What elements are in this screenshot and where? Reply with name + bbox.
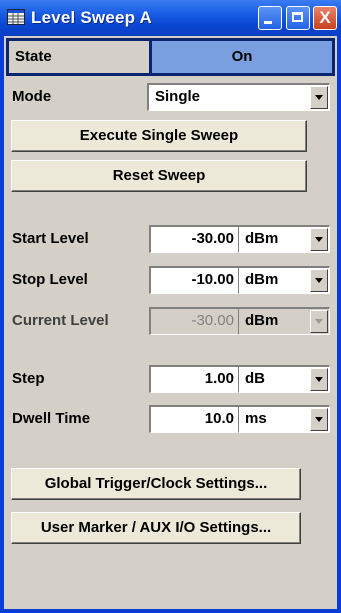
mode-select[interactable]: Single xyxy=(147,83,330,111)
global-trigger-clock-settings-button[interactable]: Global Trigger/Clock Settings... xyxy=(11,468,301,500)
chevron-down-icon[interactable] xyxy=(310,228,328,251)
dwell-time-unit-select[interactable]: ms xyxy=(238,405,330,433)
step-field[interactable]: 1.00 xyxy=(149,365,239,393)
close-icon: X xyxy=(319,8,331,27)
stop-level-label: Stop Level xyxy=(12,271,88,288)
step-unit-select[interactable]: dB xyxy=(238,365,330,393)
title-bar[interactable]: Level Sweep A X xyxy=(0,0,341,36)
step-label: Step xyxy=(12,370,45,387)
dwell-time-label: Dwell Time xyxy=(12,410,91,427)
chevron-down-icon xyxy=(310,310,328,333)
minimize-button[interactable] xyxy=(258,6,282,30)
current-level-field: -30.00 xyxy=(149,307,239,335)
start-level-label: Start Level xyxy=(12,230,89,247)
close-button[interactable]: X xyxy=(313,6,337,30)
stop-level-unit-select[interactable]: dBm xyxy=(238,266,330,294)
dialog-body: State On Mode Single Execute Single Swee… xyxy=(4,36,337,609)
start-level-unit-select[interactable]: dBm xyxy=(238,225,330,253)
stop-level-field[interactable]: -10.00 xyxy=(149,266,239,294)
mode-value: Single xyxy=(155,88,201,105)
chevron-down-icon[interactable] xyxy=(310,86,328,109)
dwell-time-field[interactable]: 10.0 xyxy=(149,405,239,433)
table-icon xyxy=(7,9,25,25)
reset-sweep-button[interactable]: Reset Sweep xyxy=(11,160,307,192)
maximize-button[interactable] xyxy=(286,6,310,30)
chevron-down-icon[interactable] xyxy=(310,408,328,431)
state-toggle[interactable]: On xyxy=(152,41,332,73)
state-row: State On xyxy=(6,38,335,76)
level-sweep-window: Level Sweep A X State On Mode Single Exe… xyxy=(0,0,341,613)
chevron-down-icon[interactable] xyxy=(310,269,328,292)
chevron-down-icon[interactable] xyxy=(310,368,328,391)
state-label: State xyxy=(9,41,149,73)
window-title: Level Sweep A xyxy=(31,8,153,27)
current-level-unit-select: dBm xyxy=(238,307,330,335)
start-level-field[interactable]: -30.00 xyxy=(149,225,239,253)
mode-label: Mode xyxy=(12,88,52,105)
current-level-label: Current Level xyxy=(12,312,109,329)
execute-single-sweep-button[interactable]: Execute Single Sweep xyxy=(11,120,307,152)
user-marker-aux-io-settings-button[interactable]: User Marker / AUX I/O Settings... xyxy=(11,512,301,544)
